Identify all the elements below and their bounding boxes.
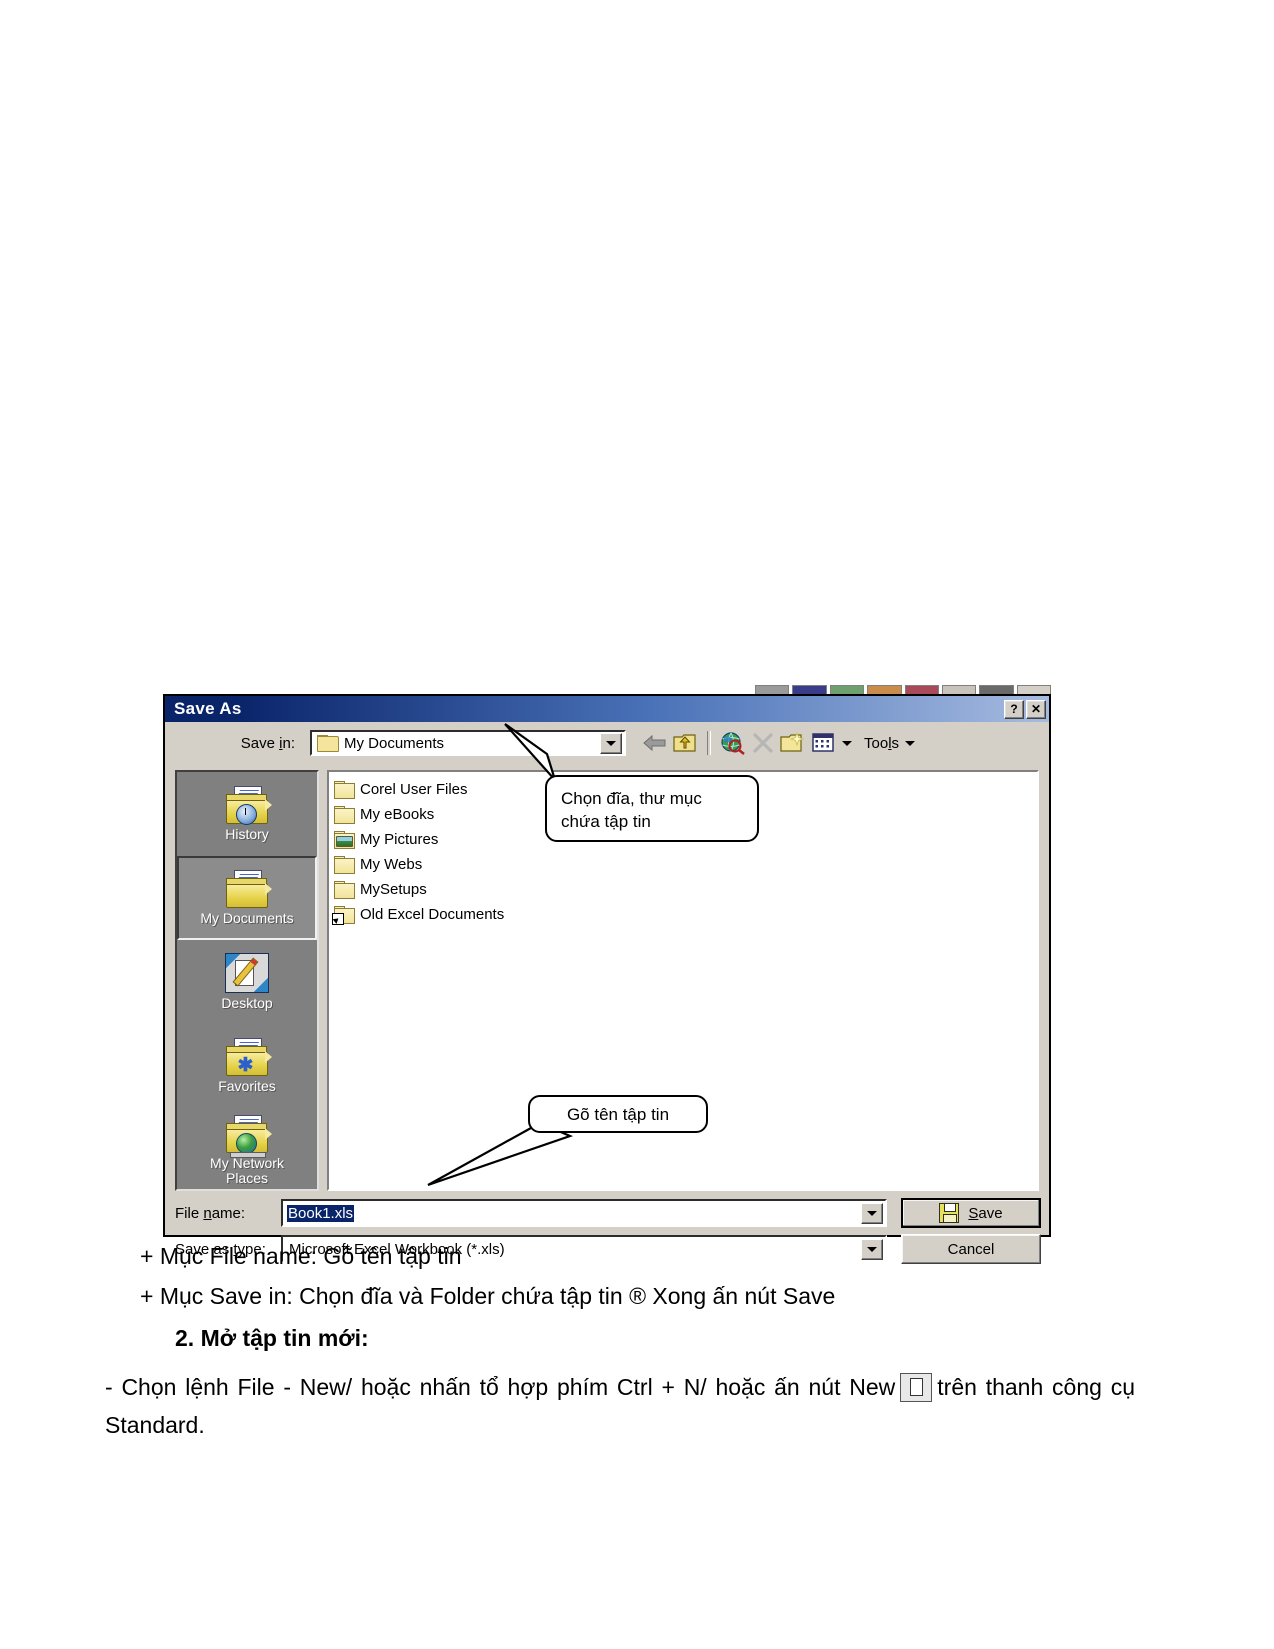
place-my-documents[interactable]: My Documents: [177, 856, 317, 940]
file-name-value: Book1.xls: [287, 1204, 355, 1222]
history-folder-icon: [224, 786, 272, 825]
new-folder-button[interactable]: [778, 729, 808, 757]
file-name-label: File name:: [175, 1204, 246, 1222]
place-label: My Documents: [200, 910, 294, 926]
left-arrow-icon: [643, 734, 666, 752]
up-one-level-button[interactable]: [670, 729, 700, 757]
callout-save-in: Chọn đĩa, thư mục chứa tập tin: [545, 775, 759, 842]
folder-shortcut-icon: [332, 906, 355, 925]
save-in-value: My Documents: [344, 734, 445, 752]
file-name-label: My Webs: [360, 856, 423, 873]
save-in-dropdown-arrow[interactable]: [600, 732, 622, 754]
search-web-button[interactable]: [718, 729, 748, 757]
close-button[interactable]: ✕: [1026, 699, 1046, 719]
strip-cell: [1016, 685, 1051, 694]
network-places-folder-icon: [224, 1114, 272, 1158]
views-button[interactable]: [808, 729, 838, 757]
place-label: My Network Places: [210, 1154, 284, 1186]
strip-cell: [904, 685, 939, 694]
place-label: Favorites: [218, 1078, 276, 1094]
my-documents-folder-icon: [224, 870, 272, 908]
dialog-titlebar: Save As ? ✕: [165, 696, 1049, 722]
list-item[interactable]: My Webs: [334, 852, 1037, 877]
callout-save-in-line2: chứa tập tin: [561, 812, 651, 831]
tools-menu-label: Tools: [864, 734, 900, 752]
place-history[interactable]: History: [177, 772, 317, 856]
floppy-disk-icon: [939, 1203, 960, 1223]
place-my-network-places[interactable]: My Network Places: [177, 1108, 317, 1189]
place-label: History: [225, 826, 269, 842]
help-button[interactable]: ?: [1004, 699, 1024, 719]
cancel-button-label: Cancel: [947, 1240, 995, 1258]
body-text-line-2: + Mục Save in: Chọn đĩa và Folder chứa t…: [140, 1283, 836, 1309]
body-paragraph-before: - Chọn lệnh File - New/ hoặc nhấn tổ hợp…: [105, 1374, 896, 1400]
tools-menu-button[interactable]: Tools: [860, 729, 919, 757]
list-item[interactable]: Old Excel Documents: [332, 902, 1037, 927]
delete-button[interactable]: [748, 729, 778, 757]
file-name-label: Old Excel Documents: [360, 906, 505, 923]
save-button-label: Save: [968, 1204, 1003, 1222]
save-in-label: Save in:: [240, 734, 295, 752]
place-favorites[interactable]: ✱ Favorites: [177, 1024, 317, 1108]
file-name-label: MySetups: [360, 881, 427, 898]
file-name-value-wrap: Book1.xls: [283, 1204, 861, 1222]
folder-icon: [334, 806, 355, 824]
folder-icon: [334, 856, 355, 874]
file-name-label: Corel User Files: [360, 781, 468, 798]
list-item[interactable]: MySetups: [334, 877, 1037, 902]
save-in-toolbar: Save in: My Documents Tools: [165, 722, 1049, 764]
place-label: Desktop: [221, 995, 273, 1011]
views-grid-icon: [812, 733, 834, 752]
new-folder-icon: [780, 732, 805, 752]
strip-cell: [941, 685, 977, 694]
back-button[interactable]: [640, 729, 670, 757]
x-delete-icon: [753, 733, 773, 753]
views-dropdown-arrow[interactable]: [838, 729, 856, 757]
background-toolbar-strip: [755, 683, 1051, 694]
new-document-icon: [900, 1373, 933, 1402]
toolbar-separator: [707, 731, 711, 755]
save-in-combobox[interactable]: My Documents: [310, 730, 626, 756]
strip-cell: [829, 685, 865, 694]
file-name-row: File name: Book1.xls Save: [175, 1198, 1041, 1228]
body-text-line-1: + Mục File name: Gõ tên tập tin: [140, 1243, 462, 1269]
file-name-combobox[interactable]: Book1.xls: [281, 1199, 887, 1227]
folder-icon: [334, 781, 355, 799]
body-paragraph: - Chọn lệnh File - New/ hoặc nhấn tổ hợp…: [105, 1368, 1135, 1444]
place-desktop[interactable]: Desktop: [177, 940, 317, 1024]
pictures-folder-icon: [334, 831, 355, 849]
strip-cell: [755, 685, 790, 694]
folder-icon: [317, 735, 339, 752]
file-name-label: My eBooks: [360, 806, 435, 823]
dialog-title: Save As: [174, 699, 242, 718]
body-heading-2: 2. Mở tập tin mới:: [175, 1325, 369, 1351]
file-name-label: My Pictures: [360, 831, 439, 848]
folder-icon: [334, 881, 355, 899]
up-folder-icon: [673, 734, 696, 752]
globe-search-icon: [721, 732, 745, 755]
save-as-type-dropdown-arrow[interactable]: [861, 1238, 883, 1260]
strip-cell: [979, 685, 1014, 694]
favorites-folder-icon: ✱: [224, 1038, 272, 1076]
places-bar: History My Documents Desktop ✱ Favorites: [175, 770, 319, 1191]
save-button[interactable]: Save: [901, 1198, 1041, 1228]
chevron-down-icon: [905, 740, 916, 746]
callout-save-in-line1: Chọn đĩa, thư mục: [561, 789, 702, 808]
cancel-button[interactable]: Cancel: [901, 1234, 1041, 1264]
strip-cell: [792, 685, 827, 694]
desktop-icon: [225, 953, 269, 993]
callout-file-name: Gõ tên tập tin: [528, 1095, 708, 1133]
file-name-dropdown-arrow[interactable]: [861, 1202, 883, 1224]
strip-cell: [867, 685, 902, 694]
